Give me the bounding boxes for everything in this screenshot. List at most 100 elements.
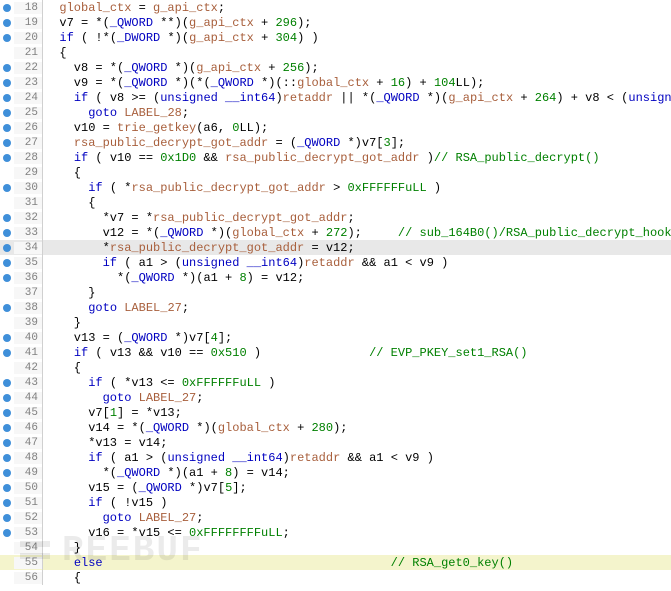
- code-line[interactable]: 56 {: [0, 570, 671, 585]
- code-line[interactable]: 40 v13 = (_QWORD *)v7[4];: [0, 330, 671, 345]
- code-line[interactable]: 41 if ( v13 && v10 == 0x510 ) // EVP_PKE…: [0, 345, 671, 360]
- breakpoint-gutter[interactable]: [0, 120, 14, 135]
- decompiler-code-view[interactable]: 18 global_ctx = g_api_ctx;19 v7 = *(_QWO…: [0, 0, 671, 585]
- code-line[interactable]: 55 else // RSA_get0_key(): [0, 555, 671, 570]
- code-line[interactable]: 37 }: [0, 285, 671, 300]
- breakpoint-gutter[interactable]: [0, 435, 14, 450]
- code-text[interactable]: }: [43, 316, 81, 330]
- code-text[interactable]: *(_QWORD *)(a1 + 8) = v14;: [43, 466, 290, 480]
- code-line[interactable]: 44 goto LABEL_27;: [0, 390, 671, 405]
- code-text[interactable]: if ( !v15 ): [43, 496, 167, 510]
- code-text[interactable]: if ( a1 > (unsigned __int64)retaddr && a…: [43, 451, 434, 465]
- code-text[interactable]: v16 = *v15 <= 0xFFFFFFFFuLL;: [43, 526, 290, 540]
- breakpoint-gutter[interactable]: [0, 180, 14, 195]
- code-text[interactable]: {: [43, 166, 81, 180]
- breakpoint-gutter[interactable]: [0, 465, 14, 480]
- breakpoint-gutter[interactable]: [0, 360, 14, 375]
- code-line[interactable]: 19 v7 = *(_QWORD **)(g_api_ctx + 296);: [0, 15, 671, 30]
- code-text[interactable]: }: [43, 541, 81, 555]
- code-line[interactable]: 36 *(_QWORD *)(a1 + 8) = v12;: [0, 270, 671, 285]
- code-text[interactable]: {: [43, 361, 81, 375]
- breakpoint-gutter[interactable]: [0, 225, 14, 240]
- code-text[interactable]: else // RSA_get0_key(): [43, 556, 513, 570]
- code-line[interactable]: 27 rsa_public_decrypt_got_addr = (_QWORD…: [0, 135, 671, 150]
- code-text[interactable]: if ( !*(_DWORD *)(g_api_ctx + 304) ): [43, 31, 319, 45]
- code-line[interactable]: 49 *(_QWORD *)(a1 + 8) = v14;: [0, 465, 671, 480]
- code-line[interactable]: 18 global_ctx = g_api_ctx;: [0, 0, 671, 15]
- code-text[interactable]: {: [43, 46, 67, 60]
- code-line[interactable]: 25 goto LABEL_28;: [0, 105, 671, 120]
- code-line[interactable]: 48 if ( a1 > (unsigned __int64)retaddr &…: [0, 450, 671, 465]
- code-text[interactable]: goto LABEL_27;: [43, 391, 203, 405]
- code-line[interactable]: 24 if ( v8 >= (unsigned __int64)retaddr …: [0, 90, 671, 105]
- breakpoint-gutter[interactable]: [0, 525, 14, 540]
- code-text[interactable]: goto LABEL_28;: [43, 106, 189, 120]
- code-line[interactable]: 53 v16 = *v15 <= 0xFFFFFFFFuLL;: [0, 525, 671, 540]
- breakpoint-gutter[interactable]: [0, 420, 14, 435]
- code-text[interactable]: v13 = (_QWORD *)v7[4];: [43, 331, 232, 345]
- breakpoint-gutter[interactable]: [0, 165, 14, 180]
- breakpoint-gutter[interactable]: [0, 105, 14, 120]
- breakpoint-gutter[interactable]: [0, 315, 14, 330]
- breakpoint-gutter[interactable]: [0, 135, 14, 150]
- breakpoint-gutter[interactable]: [0, 240, 14, 255]
- code-line[interactable]: 52 goto LABEL_27;: [0, 510, 671, 525]
- code-line[interactable]: 42 {: [0, 360, 671, 375]
- breakpoint-gutter[interactable]: [0, 0, 14, 15]
- code-line[interactable]: 45 v7[1] = *v13;: [0, 405, 671, 420]
- code-line[interactable]: 20 if ( !*(_DWORD *)(g_api_ctx + 304) ): [0, 30, 671, 45]
- code-text[interactable]: v9 = *(_QWORD *)(*(_QWORD *)(::global_ct…: [43, 76, 484, 90]
- breakpoint-gutter[interactable]: [0, 570, 14, 585]
- breakpoint-gutter[interactable]: [0, 345, 14, 360]
- breakpoint-gutter[interactable]: [0, 495, 14, 510]
- breakpoint-gutter[interactable]: [0, 540, 14, 555]
- breakpoint-gutter[interactable]: [0, 405, 14, 420]
- code-line[interactable]: 46 v14 = *(_QWORD *)(global_ctx + 280);: [0, 420, 671, 435]
- code-text[interactable]: if ( a1 > (unsigned __int64)retaddr && a…: [43, 256, 448, 270]
- breakpoint-gutter[interactable]: [0, 255, 14, 270]
- code-text[interactable]: v12 = *(_QWORD *)(global_ctx + 272); // …: [43, 226, 671, 240]
- code-line[interactable]: 34 *rsa_public_decrypt_got_addr = v12;: [0, 240, 671, 255]
- code-line[interactable]: 43 if ( *v13 <= 0xFFFFFFuLL ): [0, 375, 671, 390]
- breakpoint-gutter[interactable]: [0, 510, 14, 525]
- code-line[interactable]: 39 }: [0, 315, 671, 330]
- breakpoint-gutter[interactable]: [0, 480, 14, 495]
- breakpoint-gutter[interactable]: [0, 90, 14, 105]
- code-text[interactable]: }: [43, 286, 95, 300]
- breakpoint-gutter[interactable]: [0, 270, 14, 285]
- code-text[interactable]: rsa_public_decrypt_got_addr = (_QWORD *)…: [43, 136, 405, 150]
- code-line[interactable]: 35 if ( a1 > (unsigned __int64)retaddr &…: [0, 255, 671, 270]
- code-text[interactable]: *(_QWORD *)(a1 + 8) = v12;: [43, 271, 304, 285]
- code-text[interactable]: if ( v13 && v10 == 0x510 ) // EVP_PKEY_s…: [43, 346, 528, 360]
- code-line[interactable]: 26 v10 = trie_getkey(a6, 0LL);: [0, 120, 671, 135]
- code-line[interactable]: 47 *v13 = v14;: [0, 435, 671, 450]
- breakpoint-gutter[interactable]: [0, 375, 14, 390]
- code-text[interactable]: if ( *rsa_public_decrypt_got_addr > 0xFF…: [43, 181, 441, 195]
- breakpoint-gutter[interactable]: [0, 555, 14, 570]
- breakpoint-gutter[interactable]: [0, 450, 14, 465]
- code-text[interactable]: v8 = *(_QWORD *)(g_api_ctx + 256);: [43, 61, 319, 75]
- breakpoint-gutter[interactable]: [0, 390, 14, 405]
- code-text[interactable]: goto LABEL_27;: [43, 511, 203, 525]
- breakpoint-gutter[interactable]: [0, 285, 14, 300]
- breakpoint-gutter[interactable]: [0, 300, 14, 315]
- breakpoint-gutter[interactable]: [0, 30, 14, 45]
- code-text[interactable]: v7[1] = *v13;: [43, 406, 182, 420]
- code-text[interactable]: if ( v8 >= (unsigned __int64)retaddr || …: [43, 91, 671, 105]
- code-text[interactable]: if ( v10 == 0x1D0 && rsa_public_decrypt_…: [43, 151, 600, 165]
- code-line[interactable]: 54 }: [0, 540, 671, 555]
- code-line[interactable]: 50 v15 = (_QWORD *)v7[5];: [0, 480, 671, 495]
- code-line[interactable]: 33 v12 = *(_QWORD *)(global_ctx + 272); …: [0, 225, 671, 240]
- breakpoint-gutter[interactable]: [0, 75, 14, 90]
- code-line[interactable]: 29 {: [0, 165, 671, 180]
- code-line[interactable]: 21 {: [0, 45, 671, 60]
- code-line[interactable]: 28 if ( v10 == 0x1D0 && rsa_public_decry…: [0, 150, 671, 165]
- code-text[interactable]: *v7 = *rsa_public_decrypt_got_addr;: [43, 211, 355, 225]
- code-text[interactable]: {: [43, 196, 95, 210]
- breakpoint-gutter[interactable]: [0, 210, 14, 225]
- code-text[interactable]: {: [43, 571, 81, 585]
- code-line[interactable]: 30 if ( *rsa_public_decrypt_got_addr > 0…: [0, 180, 671, 195]
- code-text[interactable]: v7 = *(_QWORD **)(g_api_ctx + 296);: [43, 16, 311, 30]
- breakpoint-gutter[interactable]: [0, 195, 14, 210]
- code-text[interactable]: goto LABEL_27;: [43, 301, 189, 315]
